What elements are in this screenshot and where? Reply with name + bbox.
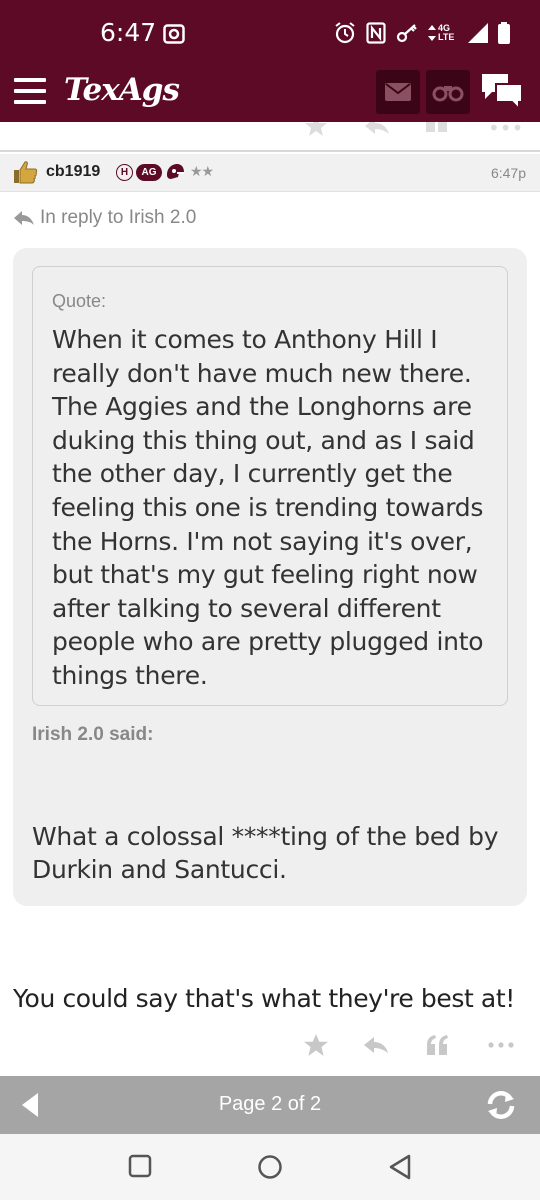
texags-logo[interactable]: TexAgs: [64, 72, 180, 108]
post-actions: [0, 1030, 540, 1062]
more-icon[interactable]: •••: [488, 122, 523, 140]
binoculars-icon: [432, 86, 464, 102]
star-button[interactable]: [301, 1030, 331, 1060]
home-icon[interactable]: [257, 1154, 283, 1180]
badge-h: H: [116, 163, 133, 181]
post-username[interactable]: cb1919: [46, 163, 100, 181]
watch-button[interactable]: [426, 70, 470, 114]
status-bar: 6:47 4G LTE: [0, 0, 540, 64]
reply-arrow-icon: [14, 211, 34, 225]
quote-container: Quote: When it comes to Anthony Hill I r…: [13, 248, 527, 906]
nested-quote: Quote: When it comes to Anthony Hill I r…: [32, 266, 508, 706]
star-icon: [304, 1034, 328, 1056]
nfc-icon: [366, 22, 386, 44]
reply-to-text: In reply to Irish 2.0: [40, 207, 197, 228]
menu-icon[interactable]: [14, 78, 46, 104]
app-header: TexAgs: [0, 64, 540, 122]
quote-icon: [427, 1035, 448, 1055]
nested-quote-text: When it comes to Anthony Hill I really d…: [52, 325, 484, 690]
quote-label: Quote:: [52, 291, 107, 311]
post-header: cb1919 H AG ★★ 6:47p: [0, 154, 540, 192]
badge-ag: AG: [136, 163, 162, 181]
battery-icon: [498, 22, 510, 44]
key-icon: [396, 24, 417, 43]
alarm-icon: [335, 22, 355, 44]
reply-button[interactable]: [361, 1030, 391, 1060]
messages-button[interactable]: [376, 70, 420, 114]
quoted-user-said: Irish 2.0 said:: [32, 724, 154, 745]
back-icon[interactable]: [388, 1154, 412, 1180]
star-icon[interactable]: [305, 122, 327, 136]
data-arrows-icon: [428, 25, 436, 41]
quote-button[interactable]: [422, 1030, 452, 1060]
refresh-icon[interactable]: [484, 1088, 518, 1122]
chat-icon[interactable]: [480, 72, 524, 112]
reply-to-link[interactable]: In reply to Irish 2.0: [14, 207, 196, 229]
quoted-reply-text: What a colossal ****ting of the bed by D…: [32, 822, 499, 884]
network-type: 4G LTE: [428, 24, 458, 42]
status-time: 6:47: [100, 18, 157, 47]
screen-record-icon: [163, 24, 185, 44]
more-button[interactable]: [486, 1030, 516, 1060]
user-stars: ★★: [190, 164, 214, 180]
more-icon: [488, 1042, 514, 1048]
post-time: 6:47p: [490, 165, 526, 181]
reply-icon[interactable]: [365, 122, 389, 134]
mail-icon: [385, 83, 411, 101]
page-indicator[interactable]: Page 2 of 2: [0, 1093, 540, 1116]
helmet-icon: [167, 164, 184, 179]
recents-icon[interactable]: [128, 1154, 152, 1178]
signal-icon: [468, 23, 488, 43]
quote-icon[interactable]: [426, 122, 448, 132]
system-nav-bar: [0, 1134, 540, 1200]
thumbs-up-icon: [14, 161, 38, 184]
post-body: You could say that's what they're best a…: [13, 984, 515, 1013]
previous-post-actions: •••: [0, 122, 540, 152]
network-label: 4G LTE: [438, 23, 455, 42]
user-badges: H AG ★★: [116, 163, 214, 181]
reply-icon: [364, 1037, 388, 1053]
pagination-bar: Page 2 of 2: [0, 1076, 540, 1134]
